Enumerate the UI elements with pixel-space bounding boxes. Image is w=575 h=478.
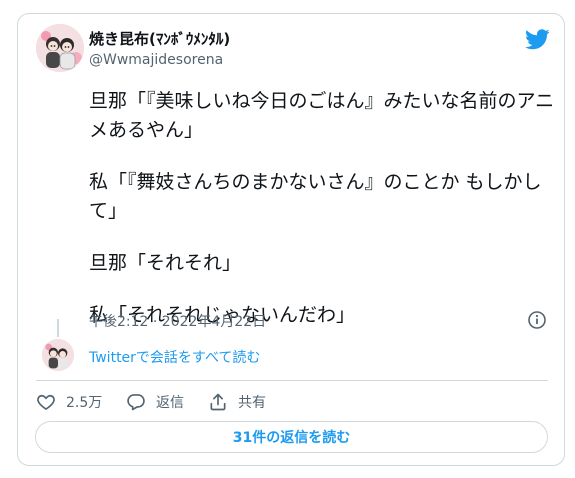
twitter-bird-icon[interactable] (525, 29, 550, 50)
user-avatar[interactable] (36, 24, 84, 72)
tweet-paragraph: 旦那「『美味しいね今日のごはん』みたいな名前のアニメあるやん」 (89, 90, 555, 141)
share-button[interactable]: 共有 (208, 391, 266, 413)
like-count: 2.5万 (66, 395, 103, 411)
divider (36, 380, 548, 381)
thread-avatar[interactable] (42, 339, 74, 371)
view-conversation-link[interactable]: Twitterで会話をすべて読む (89, 347, 260, 367)
reply-label: 返信 (156, 395, 184, 411)
display-name[interactable]: 焼き昆布(ﾏﾝﾎﾞｳﾒﾝﾀﾙ) (89, 28, 230, 49)
tweet-paragraph: 旦那「それそれ」 (89, 252, 242, 274)
thread-line (57, 319, 59, 337)
read-replies-button[interactable]: 31件の返信を読む (35, 421, 548, 453)
tweet-paragraph: 私「『舞妓さんちのまかないさん』のことか もしかして」 (89, 171, 542, 222)
heart-icon (37, 394, 55, 411)
tweet-timestamp[interactable]: 午後2:12 · 2022年4月22日 (89, 311, 266, 331)
share-label: 共有 (238, 395, 266, 411)
tweet-card: 焼き昆布(ﾏﾝﾎﾞｳﾒﾝﾀﾙ) @Wwmajidesorena 旦那「『美味しい… (17, 13, 565, 466)
reply-button[interactable]: 返信 (126, 391, 184, 413)
share-icon (210, 393, 226, 411)
user-handle[interactable]: @Wwmajidesorena (89, 52, 223, 68)
info-icon[interactable] (527, 310, 547, 330)
reply-icon (127, 394, 145, 411)
like-button[interactable]: 2.5万 (36, 391, 102, 413)
